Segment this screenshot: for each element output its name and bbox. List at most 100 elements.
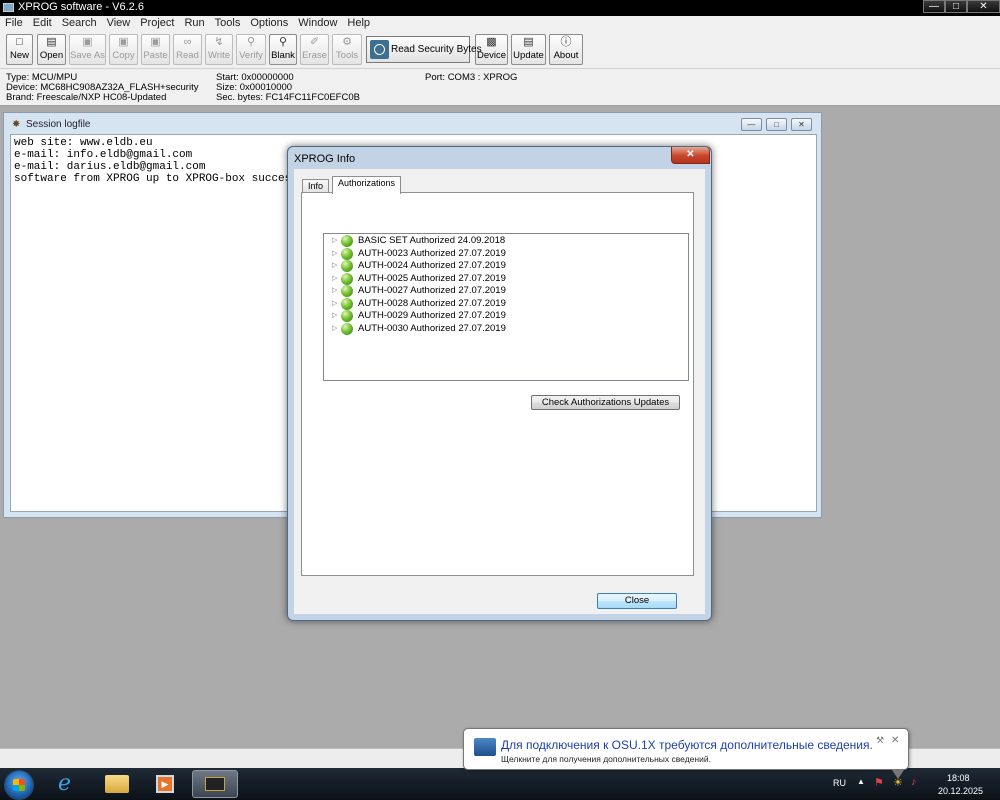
write-button[interactable]: ↯ Write bbox=[205, 34, 233, 65]
authorizations-tree[interactable]: ▷ BASIC SET Authorized 24.09.2018 ▷ AUTH-0… bbox=[323, 233, 689, 381]
security-icon bbox=[370, 40, 389, 59]
tools-button[interactable]: ⚙ Tools bbox=[332, 34, 362, 65]
magnifier-icon: ⚲ bbox=[246, 36, 256, 48]
menu-view[interactable]: View bbox=[102, 16, 136, 29]
tab-info[interactable]: Info bbox=[302, 179, 330, 193]
menu-file[interactable]: File bbox=[0, 16, 28, 29]
blank-check-icon: ⚲ bbox=[278, 36, 288, 48]
network-icon bbox=[474, 738, 496, 756]
save-as-button[interactable]: ▣ Save As bbox=[69, 34, 106, 65]
network-notification-balloon[interactable]: Для подключения к OSU.1X требуются допол… bbox=[463, 728, 909, 779]
folder-icon bbox=[105, 775, 129, 793]
about-button[interactable]: ⓘ About bbox=[549, 34, 583, 65]
erase-button[interactable]: ✐ Erase bbox=[300, 34, 329, 65]
session-close-button[interactable]: ✕ bbox=[791, 118, 812, 131]
balloon-tail bbox=[892, 770, 904, 779]
tools-icon: ⚙ bbox=[342, 36, 352, 48]
clock-time[interactable]: 18:08 bbox=[947, 773, 970, 783]
save-icon: ▣ bbox=[82, 36, 93, 48]
expand-arrow-icon[interactable]: ▷ bbox=[332, 324, 337, 332]
xprog-info-dialog: XPROG Info ✕ Info Authorizations ▷ BASIC … bbox=[287, 146, 712, 621]
security-bytes: Sec. bytes: FC14FC11FC0EFC0B bbox=[216, 92, 360, 103]
status-ok-icon bbox=[341, 272, 353, 285]
system-tray: RU ▲ ⚑ ☀ ♪ 18:08 20.12.2025 bbox=[820, 768, 1000, 800]
taskbar-explorer[interactable] bbox=[96, 770, 140, 798]
menu-help[interactable]: Help bbox=[342, 16, 375, 29]
expand-arrow-icon[interactable]: ▷ bbox=[332, 311, 337, 319]
clock-date[interactable]: 20.12.2025 bbox=[938, 786, 983, 796]
menu-run[interactable]: Run bbox=[179, 16, 209, 29]
open-button[interactable]: ▤ Open bbox=[37, 34, 66, 65]
menu-search[interactable]: Search bbox=[57, 16, 102, 29]
read-icon: ∞ bbox=[183, 36, 192, 48]
menu-bar: File Edit Search View Project Run Tools Options… bbox=[0, 16, 1000, 32]
menu-window[interactable]: Window bbox=[293, 16, 342, 29]
show-hidden-icons-icon[interactable]: ▲ bbox=[857, 777, 865, 786]
open-file-icon: ▤ bbox=[46, 36, 57, 48]
volume-muted-icon[interactable]: ♪ bbox=[911, 776, 917, 788]
paste-icon: ▣ bbox=[150, 36, 161, 48]
read-security-bytes-button[interactable]: Read Security Bytes bbox=[366, 36, 482, 63]
notification-title: Для подключения к OSU.1X требуются допол… bbox=[501, 738, 873, 752]
read-button[interactable]: ∞ Read bbox=[173, 34, 202, 65]
menu-tools[interactable]: Tools bbox=[210, 16, 246, 29]
close-window-button[interactable]: ✕ bbox=[967, 0, 1000, 13]
notification-subtitle: Щелкните для получения дополнительных св… bbox=[501, 754, 711, 764]
log-line: e-mail: info.eldb@gmail.com bbox=[14, 149, 193, 161]
expand-arrow-icon[interactable]: ▷ bbox=[332, 274, 337, 282]
wrench-icon[interactable]: ⚒ bbox=[876, 735, 884, 746]
tree-item[interactable]: ▷ BASIC SET Authorized 24.09.2018 bbox=[324, 235, 684, 247]
check-authorizations-updates-button[interactable]: Check Authorizations Updates bbox=[531, 395, 680, 410]
erase-icon: ✐ bbox=[309, 36, 320, 48]
taskbar-internet-explorer[interactable]: e bbox=[46, 770, 90, 798]
update-button[interactable]: ▤ Update bbox=[511, 34, 546, 65]
session-minimize-button[interactable]: — bbox=[741, 118, 762, 131]
start-button[interactable] bbox=[4, 770, 34, 800]
action-center-flag-icon[interactable]: ⚑ bbox=[874, 776, 884, 789]
expand-arrow-icon[interactable]: ▷ bbox=[332, 249, 337, 257]
notification-close-icon[interactable]: ✕ bbox=[891, 735, 899, 746]
tree-item[interactable]: ▷ AUTH-0028 Authorized 27.07.2019 bbox=[324, 297, 684, 310]
blank-button[interactable]: ⚲ Blank bbox=[269, 34, 297, 65]
xprog-chip-icon bbox=[205, 777, 225, 791]
menu-project[interactable]: Project bbox=[135, 16, 179, 29]
status-ok-icon bbox=[341, 285, 353, 297]
tree-item[interactable]: ▷ AUTH-0024 Authorized 27.07.2019 bbox=[324, 260, 684, 272]
info-icon: ⓘ bbox=[560, 36, 572, 48]
verify-button[interactable]: ⚲ Verify bbox=[236, 34, 266, 65]
media-player-icon: ▶ bbox=[156, 775, 174, 793]
expand-arrow-icon[interactable]: ▷ bbox=[332, 261, 337, 269]
tab-authorizations[interactable]: Authorizations bbox=[332, 176, 402, 194]
windows-logo-icon bbox=[13, 779, 25, 791]
tree-item[interactable]: ▷ AUTH-0027 Authorized 27.07.2019 bbox=[324, 285, 684, 297]
authorizations-panel: ▷ BASIC SET Authorized 24.09.2018 ▷ AUTH-0… bbox=[301, 192, 694, 576]
copy-button[interactable]: ▣ Copy bbox=[109, 34, 138, 65]
dialog-client-area: Info Authorizations ▷ BASIC SET Authorize… bbox=[294, 169, 705, 614]
close-button[interactable]: Close bbox=[597, 593, 677, 609]
language-indicator[interactable]: RU bbox=[833, 778, 846, 788]
session-maximize-button[interactable]: □ bbox=[766, 118, 787, 131]
app-icon bbox=[3, 3, 14, 12]
tree-item[interactable]: ▷ AUTH-0025 Authorized 27.07.2019 bbox=[324, 272, 684, 285]
port-info: Port: COM3 : XPROG bbox=[425, 72, 518, 83]
tree-item[interactable]: ▷ AUTH-0029 Authorized 27.07.2019 bbox=[324, 310, 684, 322]
maximize-button[interactable]: □ bbox=[945, 0, 967, 13]
expand-arrow-icon[interactable]: ▷ bbox=[332, 286, 337, 294]
status-ok-icon bbox=[341, 297, 353, 310]
taskbar-xprog[interactable] bbox=[192, 770, 238, 798]
write-icon: ↯ bbox=[214, 36, 224, 48]
expand-arrow-icon[interactable]: ▷ bbox=[332, 236, 337, 244]
menu-options[interactable]: Options bbox=[245, 16, 293, 29]
dialog-close-icon[interactable]: ✕ bbox=[671, 147, 710, 164]
tree-item[interactable]: ▷ AUTH-0023 Authorized 27.07.2019 bbox=[324, 247, 684, 260]
minimize-button[interactable]: — bbox=[923, 0, 945, 13]
app-title-bar: XPROG software - V6.2.6 — □ ✕ bbox=[0, 0, 1000, 16]
tree-item[interactable]: ▷ AUTH-0030 Authorized 27.07.2019 bbox=[324, 322, 684, 335]
new-button[interactable]: □ New bbox=[6, 34, 33, 65]
status-ok-icon bbox=[341, 260, 353, 272]
expand-arrow-icon[interactable]: ▷ bbox=[332, 299, 337, 307]
paste-button[interactable]: ▣ Paste bbox=[141, 34, 170, 65]
log-icon: ✸ bbox=[12, 119, 21, 130]
menu-edit[interactable]: Edit bbox=[28, 16, 57, 29]
taskbar-media-player[interactable]: ▶ bbox=[146, 770, 186, 798]
